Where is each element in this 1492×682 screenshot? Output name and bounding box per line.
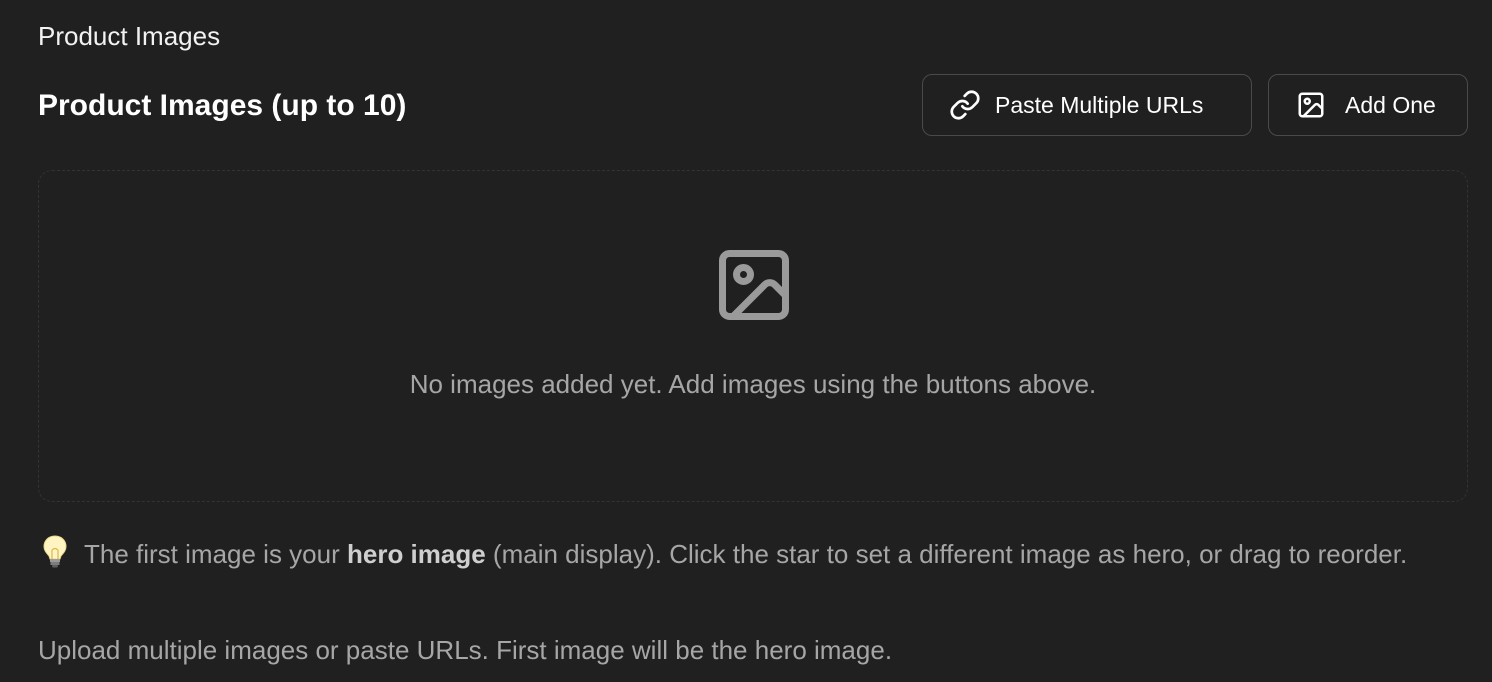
image-icon <box>1295 89 1327 121</box>
tip-text-before: The first image is your <box>84 539 347 569</box>
empty-state-text: No images added yet. Add images using th… <box>409 369 1097 399</box>
add-one-label: Add One <box>1345 91 1436 118</box>
images-header: Product Images (up to 10) Paste Multiple… <box>38 74 1468 138</box>
add-one-button[interactable]: Add One <box>1268 74 1468 136</box>
section-label: Product Images <box>38 21 221 51</box>
lightbulb-icon <box>42 535 78 580</box>
tip-text-bold: hero image <box>346 539 486 569</box>
tip-text-after: (main display). Click the star to set a … <box>485 539 1408 569</box>
image-placeholder-icon <box>712 243 796 327</box>
link-icon <box>949 89 981 121</box>
paste-multiple-urls-button[interactable]: Paste Multiple URLs <box>922 74 1252 136</box>
image-dropzone[interactable]: No images added yet. Add images using th… <box>38 170 1468 502</box>
images-heading: Product Images (up to 10) <box>38 89 407 122</box>
hero-image-tip: The first image is your hero image (main… <box>38 534 1478 580</box>
paste-multiple-urls-label: Paste Multiple URLs <box>995 91 1204 118</box>
help-text: Upload multiple images or paste URLs. Fi… <box>38 635 893 665</box>
